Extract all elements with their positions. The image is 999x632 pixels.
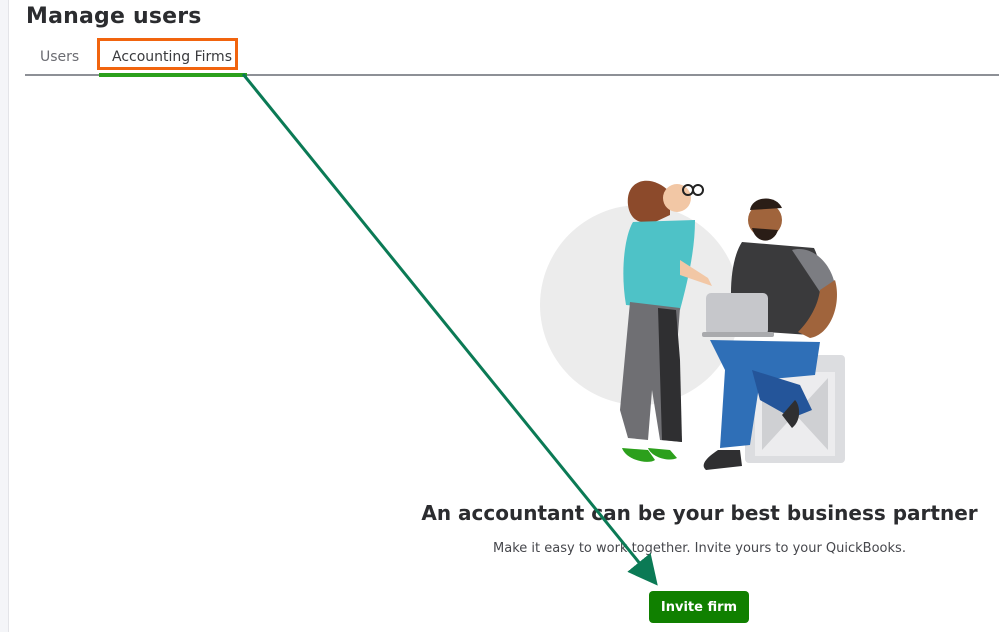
selected-tab-indicator [99,73,247,77]
accountant-collaboration-illustration [540,180,845,470]
empty-state-subtext: Make it easy to work together. Invite yo… [493,541,906,556]
invite-firm-button[interactable]: Invite firm [649,591,749,623]
tab-users[interactable]: Users [40,40,79,74]
tab-bar: Users Accounting Firms [25,40,999,77]
page-title: Manage users [26,4,202,29]
tab-accounting-firms-label: Accounting Firms [112,49,232,65]
tab-accounting-firms[interactable]: Accounting Firms [99,40,247,77]
laptop-icon [706,293,768,335]
left-sidebar-edge [0,0,9,632]
empty-state-headline: An accountant can be your best business … [421,501,978,525]
